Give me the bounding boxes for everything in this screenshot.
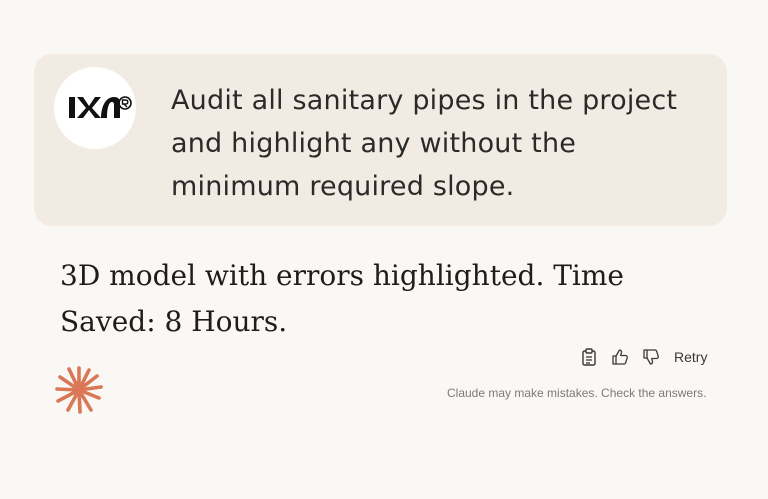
message-actions: Retry <box>578 346 707 368</box>
org-logo-icon <box>69 96 132 118</box>
user-avatar <box>54 67 136 149</box>
thumbs-up-button[interactable] <box>609 346 631 368</box>
thumbs-down-icon <box>643 349 659 365</box>
clipboard-icon <box>582 348 596 366</box>
copy-button[interactable] <box>578 346 600 368</box>
disclaimer-text: Claude may make mistakes. Check the answ… <box>447 386 707 400</box>
thumbs-up-icon <box>612 349 628 365</box>
user-message-bubble: Audit all sanitary pipes in the project … <box>34 54 727 226</box>
assistant-message-text: 3D model with errors highlighted. Time S… <box>60 259 624 338</box>
user-message-text: Audit all sanitary pipes in the project … <box>171 85 678 202</box>
claude-sparkle-icon <box>55 366 103 414</box>
thumbs-down-button[interactable] <box>640 346 662 368</box>
retry-button[interactable]: Retry <box>674 349 707 365</box>
chat-page: Audit all sanitary pipes in the project … <box>0 0 768 499</box>
